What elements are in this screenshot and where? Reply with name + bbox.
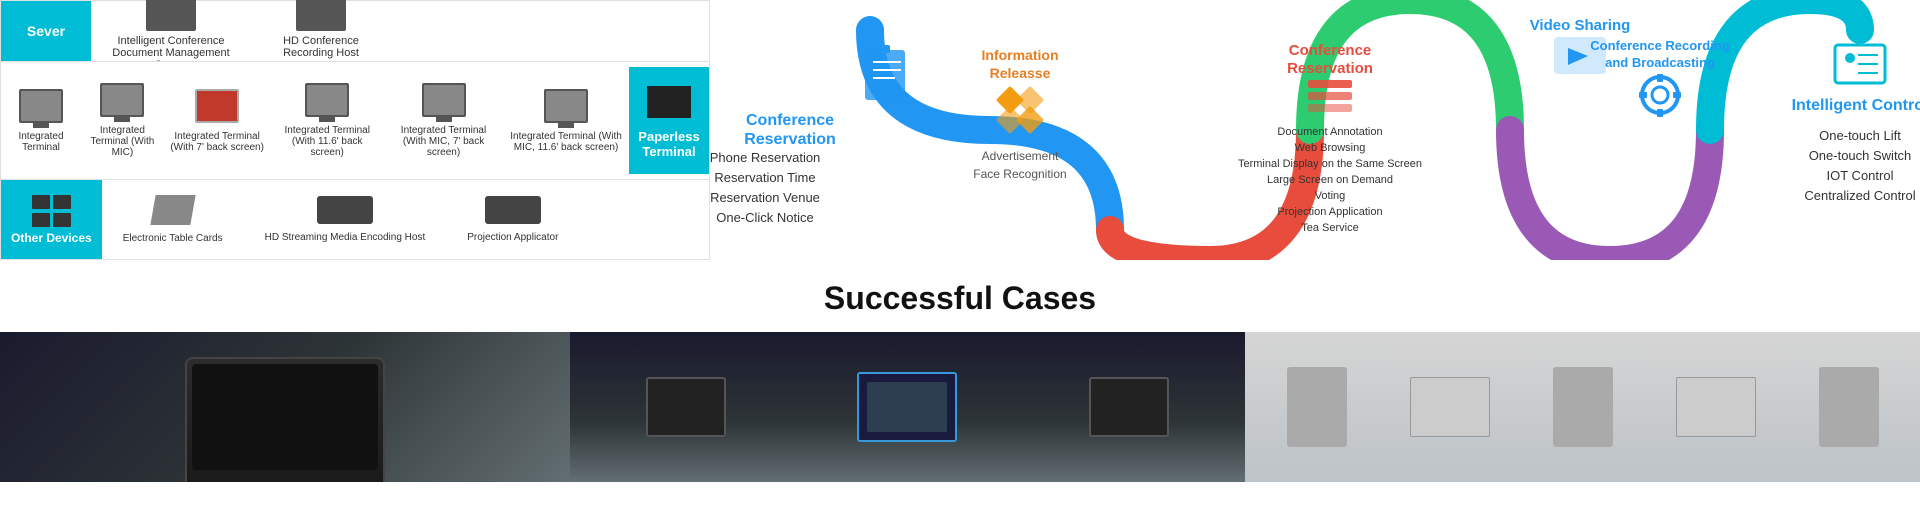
monitor-icon-2 (100, 83, 144, 117)
monitor-icon-3 (195, 89, 239, 123)
svg-text:Reservation: Reservation (1287, 60, 1373, 77)
electronic-table-cards: Electronic Table Cards (117, 195, 229, 244)
svg-text:Face Recognition: Face Recognition (973, 167, 1066, 181)
svg-text:Phone Reservation: Phone Reservation (710, 150, 820, 165)
svg-text:Centralized Control: Centralized Control (1804, 188, 1915, 203)
case-image-right (1245, 332, 1920, 482)
cases-section: Successful Cases (0, 260, 1920, 492)
svg-text:Reservation: Reservation (744, 131, 836, 148)
top-section: Sever Intelligent Conference Document Ma… (0, 0, 1920, 260)
svg-text:Conference Recording: Conference Recording (1590, 38, 1729, 53)
svg-text:Tea Service: Tea Service (1301, 222, 1358, 234)
svg-text:Projection Application: Projection Application (1277, 206, 1382, 218)
cases-images (0, 332, 1920, 482)
device-integrated-terminal-7back: Integrated Terminal (With 7' back screen… (164, 89, 271, 153)
device-integrated-terminal-11back: Integrated Terminal (With 11.6' back scr… (270, 83, 384, 158)
streaming-icon (317, 196, 373, 224)
diagram-section: Conference Reservation Phone Reservation… (710, 0, 1920, 260)
case-image-center (570, 332, 1245, 482)
svg-text:Conference: Conference (1289, 42, 1372, 59)
svg-text:Voting: Voting (1315, 190, 1346, 202)
svg-text:Large Screen on Demand: Large Screen on Demand (1267, 174, 1393, 186)
projector-icon (485, 196, 541, 224)
server-icon-2 (296, 0, 346, 31)
svg-text:Reservation Time: Reservation Time (714, 170, 815, 185)
devices-row: Integrated Terminal Integrated Terminal … (1, 61, 709, 179)
monitor-icon-5 (422, 83, 466, 117)
svg-text:Releasse: Releasse (990, 65, 1051, 81)
diagram-svg: Conference Reservation Phone Reservation… (710, 0, 1920, 260)
svg-text:Video Sharing: Video Sharing (1530, 17, 1631, 34)
monitor-icon-6 (544, 89, 588, 123)
svg-text:Web Browsing: Web Browsing (1295, 142, 1366, 154)
other-devices-row: Other Devices Electronic Table Cards HD … (1, 179, 709, 259)
svg-text:One-touch Switch: One-touch Switch (1809, 148, 1912, 163)
server-label: Sever (1, 1, 91, 61)
svg-text:Intelligent Control: Intelligent Control (1792, 97, 1920, 114)
paperless-terminal: Paperless Terminal (629, 67, 709, 174)
device-integrated-terminal: Integrated Terminal (1, 89, 81, 153)
svg-text:Terminal Display on the Same S: Terminal Display on the Same Screen (1238, 158, 1422, 170)
svg-text:One-Click Notice: One-Click Notice (716, 210, 814, 225)
paperless-icon (644, 83, 694, 121)
svg-text:One-touch Lift: One-touch Lift (1819, 128, 1901, 143)
device-integrated-terminal-mic11: Integrated Terminal (With MIC, 11.6' bac… (503, 89, 629, 153)
left-panel: Sever Intelligent Conference Document Ma… (0, 0, 710, 260)
table-card-icon (150, 195, 195, 225)
monitor-icon-4 (305, 83, 349, 117)
server-icon-1 (146, 0, 196, 31)
device-integrated-terminal-mic7: Integrated Terminal (With MIC, 7' back s… (384, 83, 503, 158)
svg-text:Information: Information (982, 47, 1059, 63)
conf-reservation-title: Conference (746, 112, 834, 129)
svg-text:and Broadcasting: and Broadcasting (1605, 55, 1715, 70)
other-devices-label: Other Devices (1, 180, 102, 259)
device-integrated-terminal-mic: Integrated Terminal (With MIC) (81, 83, 164, 158)
svg-text:Document Annotation: Document Annotation (1277, 126, 1382, 138)
svg-text:IOT Control: IOT Control (1827, 168, 1894, 183)
monitor-icon-1 (19, 89, 63, 123)
projection-applicator: Projection Applicator (461, 196, 564, 243)
svg-text:Reservation Venue: Reservation Venue (710, 190, 820, 205)
server-row: Sever Intelligent Conference Document Ma… (1, 1, 709, 61)
svg-text:Advertisement: Advertisement (982, 149, 1059, 163)
cases-title: Successful Cases (0, 280, 1920, 317)
case-image-left (0, 332, 570, 482)
hd-streaming-media: HD Streaming Media Encoding Host (259, 196, 432, 243)
other-devices-items: Electronic Table Cards HD Streaming Medi… (102, 180, 580, 259)
